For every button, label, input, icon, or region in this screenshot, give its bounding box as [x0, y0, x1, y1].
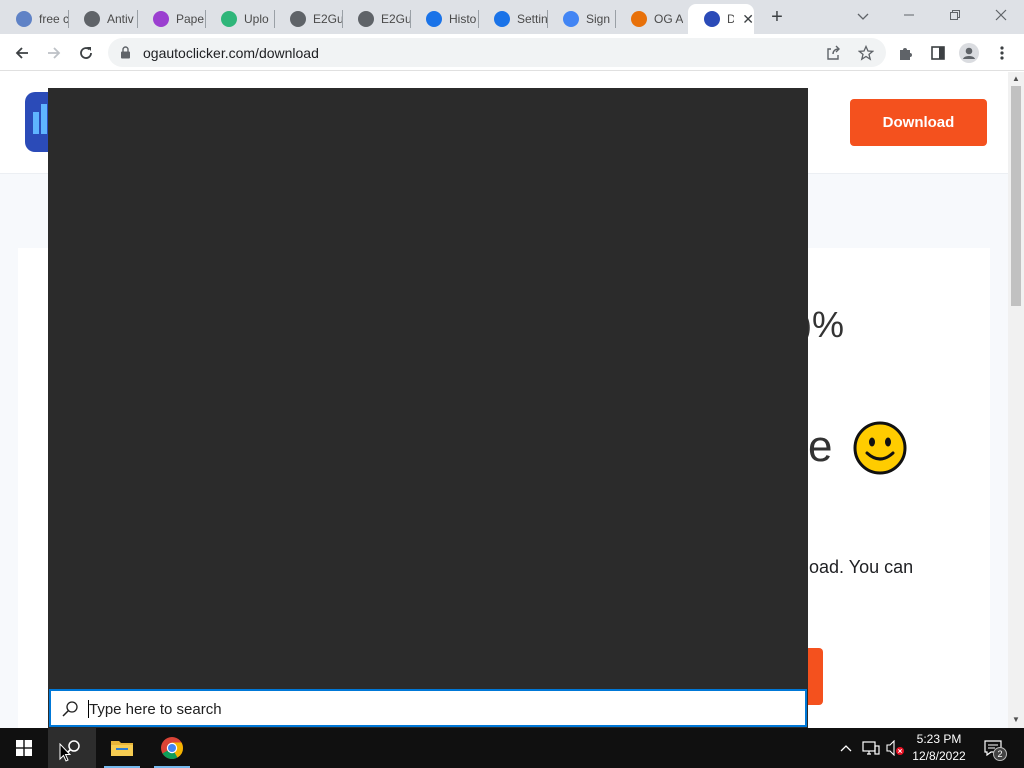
browser-tab[interactable]: E2Gu — [342, 4, 410, 34]
taskbar-clock[interactable]: 5:23 PM 12/8/2022 — [906, 731, 972, 765]
clock-date: 12/8/2022 — [912, 749, 966, 763]
arrow-left-icon — [15, 47, 28, 59]
tab-title: free c — [39, 12, 68, 26]
info-icon — [16, 11, 32, 27]
chevron-down-icon — [857, 13, 869, 20]
google-g-icon — [563, 11, 579, 27]
tab-title: Pape — [176, 12, 205, 26]
scroll-up-icon[interactable]: ▲ — [1011, 74, 1021, 84]
avatar-icon — [959, 43, 979, 63]
start-button[interactable] — [0, 728, 48, 768]
kebab-menu-icon — [1000, 46, 1004, 60]
menu-button[interactable] — [989, 40, 1015, 66]
tab-title: D — [727, 12, 735, 26]
taskbar: 5:23 PM 12/8/2022 — [0, 728, 1024, 768]
tab-title: Sign — [586, 12, 611, 26]
chat-bubble-icon — [84, 11, 100, 27]
tab-search-button[interactable] — [843, 4, 883, 28]
network-icon — [862, 741, 880, 755]
back-button[interactable] — [9, 40, 35, 66]
og-autoclicker-icon — [704, 11, 720, 27]
tab-title: E2Gu — [313, 12, 342, 26]
browser-tab[interactable]: Antiv — [68, 4, 137, 34]
chrome-icon — [161, 737, 183, 759]
browser-tab[interactable]: OG A — [615, 4, 685, 34]
lock-icon — [153, 11, 169, 27]
mouse-pointer-icon — [59, 743, 71, 762]
close-tab-icon[interactable]: ✕ — [742, 11, 754, 28]
minimize-button[interactable] — [889, 4, 929, 28]
browser-tab[interactable]: Pape — [137, 4, 205, 34]
puzzle-icon — [900, 48, 912, 60]
notification-count-badge: 2 — [993, 747, 1007, 761]
body-text: nload. You can — [795, 557, 914, 577]
download-button[interactable]: Download — [850, 99, 987, 146]
windows-search-input[interactable]: Type here to search — [49, 689, 807, 727]
restore-icon — [950, 10, 960, 20]
chevron-up-icon — [840, 745, 852, 752]
gear-icon — [494, 11, 510, 27]
globe-icon — [290, 11, 306, 27]
scroll-down-icon[interactable]: ▼ — [1011, 715, 1021, 725]
tab-title: Histo — [449, 12, 477, 26]
tab-title: Settin — [517, 12, 547, 26]
star-icon[interactable] — [857, 44, 875, 62]
file-explorer-button[interactable] — [98, 728, 146, 768]
browser-tab[interactable]: E2Gu — [274, 4, 342, 34]
volume-muted-icon — [886, 740, 904, 756]
tab-title: OG A — [654, 12, 684, 26]
forward-button[interactable] — [41, 40, 67, 66]
restore-button[interactable] — [935, 4, 975, 28]
folder-icon — [111, 741, 133, 756]
network-tray-button[interactable] — [861, 728, 881, 768]
windows-search-panel — [48, 88, 808, 728]
reload-button[interactable] — [73, 40, 99, 66]
tab-title: Antiv — [107, 12, 134, 26]
search-placeholder: Type here to search — [89, 701, 222, 718]
browser-tab[interactable]: Settin — [478, 4, 547, 34]
extensions-button[interactable] — [893, 40, 919, 66]
clock-time: 5:23 PM — [916, 732, 962, 746]
hero-subheading: e — [808, 422, 833, 471]
browser-tab[interactable]: Uplo — [205, 4, 274, 34]
scrollbar-thumb[interactable] — [1011, 86, 1021, 306]
search-icon — [61, 700, 79, 723]
chrome-taskbar-button[interactable] — [148, 728, 196, 768]
close-icon — [995, 9, 1007, 21]
history-icon — [426, 11, 442, 27]
globe-icon — [358, 11, 374, 27]
tab-title: Uplo — [244, 12, 269, 26]
reload-icon — [80, 47, 92, 59]
minimize-icon — [904, 14, 914, 16]
tab-title: E2Gu — [381, 12, 410, 26]
browser-toolbar: ogautoclicker.com/download — [0, 34, 1024, 71]
lock-icon[interactable] — [120, 46, 131, 64]
arrow-right-icon — [48, 47, 61, 59]
browser-tab[interactable]: Sign — [547, 4, 615, 34]
browser-tab[interactable]: Histo — [410, 4, 478, 34]
new-tab-button[interactable]: + — [766, 6, 788, 28]
upload-icon — [221, 11, 237, 27]
share-icon[interactable] — [824, 44, 842, 62]
side-panel-icon — [931, 46, 945, 60]
browser-tab[interactable]: D ✕ — [688, 4, 754, 34]
browser-tab[interactable]: free c — [0, 4, 68, 34]
windows-logo-icon — [16, 740, 32, 756]
profile-button[interactable] — [956, 40, 982, 66]
show-hidden-icons-button[interactable] — [838, 728, 854, 768]
smiley-face-icon — [853, 421, 907, 475]
close-window-button[interactable] — [981, 4, 1021, 28]
address-bar[interactable]: ogautoclicker.com/download — [108, 38, 886, 67]
side-panel-button[interactable] — [925, 40, 951, 66]
taskbar-search-button[interactable] — [48, 728, 96, 768]
page-scrollbar[interactable]: ▲ ▼ — [1008, 72, 1024, 728]
og-autoclicker-icon — [631, 11, 647, 27]
url-text[interactable]: ogautoclicker.com/download — [143, 45, 319, 61]
volume-tray-button[interactable] — [884, 728, 906, 768]
